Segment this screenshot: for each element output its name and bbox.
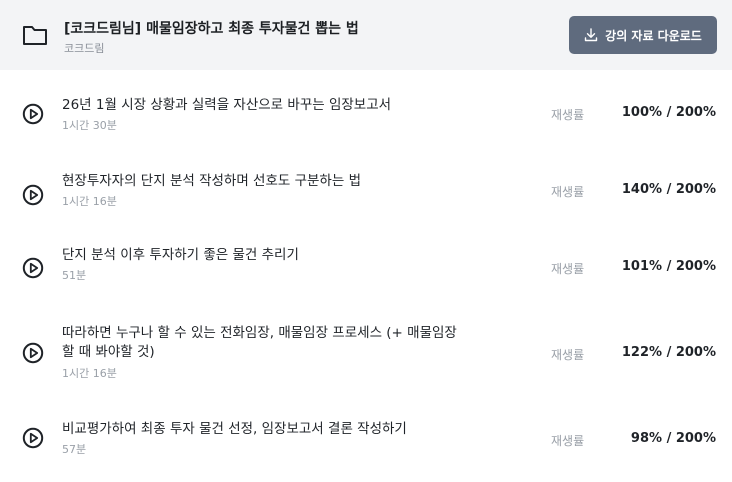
lesson-duration: 57분 bbox=[62, 443, 87, 456]
download-label: 강의 자료 다운로드 bbox=[605, 28, 702, 43]
lesson-title: 26년 1월 시장 상황과 실력을 자산으로 바꾸는 임장보고서 bbox=[62, 97, 392, 113]
course-title: [코크드림님] 매물임장하고 최종 투자물건 뽑는 법 bbox=[64, 21, 359, 37]
play-icon[interactable] bbox=[22, 257, 44, 279]
play-icon[interactable] bbox=[22, 103, 44, 125]
lesson-title-line1: 따라하면 누구나 할 수 있는 전화임장, 매물임장 프로세스 (+ 매물임장 bbox=[62, 325, 457, 341]
playback-rate: 140% / 200% bbox=[621, 182, 716, 197]
lesson-duration: 1시간 30분 bbox=[62, 119, 117, 132]
play-icon[interactable] bbox=[22, 184, 44, 206]
playback-rate: 100% / 200% bbox=[621, 105, 716, 120]
lesson-item[interactable]: 현장투자자의 단지 분석 작성하며 선호도 구분하는 법 1시간 16분 재생률… bbox=[0, 156, 732, 232]
play-icon[interactable] bbox=[22, 427, 44, 449]
folder-icon bbox=[23, 26, 47, 45]
playback-rate-label: 재생률 bbox=[551, 108, 585, 122]
playback-rate: 98% / 200% bbox=[630, 431, 716, 446]
course-header: [코크드림님] 매물임장하고 최종 투자물건 뽑는 법 코크드림 강의 자료 다… bbox=[0, 0, 732, 70]
lesson-item[interactable]: 26년 1월 시장 상황과 실력을 자산으로 바꾸는 임장보고서 1시간 30분… bbox=[0, 70, 732, 156]
course-author: 코크드림 bbox=[64, 42, 105, 55]
download-materials-button[interactable]: 강의 자료 다운로드 bbox=[569, 16, 717, 54]
playback-rate-label: 재생률 bbox=[551, 185, 585, 199]
lesson-title-line2: 할 때 봐야할 것) bbox=[62, 344, 155, 360]
playback-rate: 101% / 200% bbox=[621, 259, 716, 274]
lesson-item[interactable]: 따라하면 누구나 할 수 있는 전화임장, 매물임장 프로세스 (+ 매물임장 … bbox=[0, 310, 732, 404]
lesson-duration: 1시간 16분 bbox=[62, 367, 117, 380]
play-icon[interactable] bbox=[22, 342, 44, 364]
playback-rate-label: 재생률 bbox=[551, 348, 585, 362]
lesson-title: 현장투자자의 단지 분석 작성하며 선호도 구분하는 법 bbox=[62, 173, 361, 189]
lesson-title: 비교평가하여 최종 투자 물건 선정, 임장보고서 결론 작성하기 bbox=[62, 421, 407, 437]
lesson-item[interactable]: 단지 분석 이후 투자하기 좋은 물건 추리기 51분 재생률 101% / 2… bbox=[0, 232, 732, 310]
playback-rate-label: 재생률 bbox=[551, 434, 585, 448]
lesson-duration: 51분 bbox=[62, 269, 87, 282]
lesson-item[interactable]: 비교평가하여 최종 투자 물건 선정, 임장보고서 결론 작성하기 57분 재생… bbox=[0, 404, 732, 482]
lesson-duration: 1시간 16분 bbox=[62, 195, 117, 208]
playback-rate: 122% / 200% bbox=[621, 345, 716, 360]
playback-rate-label: 재생률 bbox=[551, 262, 585, 276]
download-icon bbox=[584, 28, 598, 42]
lesson-title: 단지 분석 이후 투자하기 좋은 물건 추리기 bbox=[62, 247, 299, 263]
